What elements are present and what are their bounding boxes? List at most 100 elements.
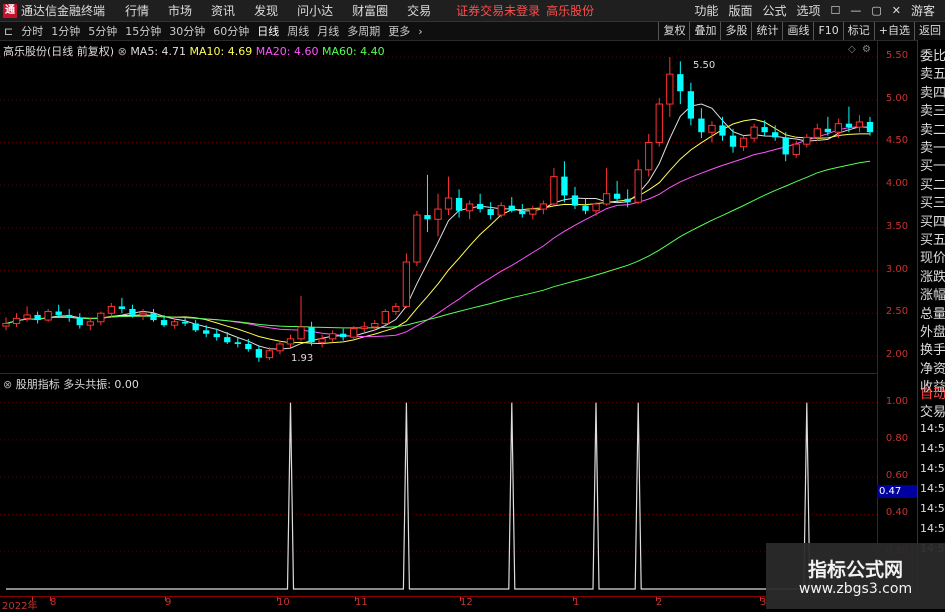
candle-body [150,313,157,321]
candle-body [66,314,73,318]
menu-options[interactable]: 选项 [796,2,820,19]
minimize-icon[interactable]: — [850,4,861,17]
candle-body [592,203,600,212]
candle-body [772,132,779,138]
trade-label[interactable]: 交易 [920,401,945,420]
period-tab-weekly[interactable]: 周线 [283,23,313,39]
tick-time: 14:56 [920,482,945,495]
candle-body [719,125,726,136]
legend-icon[interactable]: ⊗ [118,45,127,58]
period-tab-multi[interactable]: 多周期 [343,23,384,39]
candle-body [855,121,864,128]
menu-formula[interactable]: 公式 [762,2,786,19]
menu-news[interactable]: 资讯 [211,2,235,19]
stats-button[interactable]: 统计 [751,22,782,40]
candle-body [107,305,116,314]
quote-field-label: 净资 [920,361,945,377]
quote-field-label: 委比 [920,49,945,64]
message-icon[interactable]: ☐ [830,4,840,17]
period-tab-intraday[interactable]: 分时 [17,23,47,39]
quote-panel[interactable]: 委比 卖五 卖四 卖三 卖二 卖一 买一 买二 买三 买四 买五 现价 涨跌 涨幅 总量 外盘 换手 净资 收益 自动… [917,40,945,596]
menu-layout[interactable]: 版面 [728,2,752,19]
time-tick-label: 12 [460,597,473,608]
candle-body [508,205,515,211]
candle-body [561,176,568,196]
candle-body [666,73,674,105]
candle-body [328,333,337,340]
user-label[interactable]: 游客 [911,2,935,19]
period-tab-1min[interactable]: 1分钟 [47,23,84,39]
candle-body [729,135,737,147]
indicator-tick-label: 1.00 [885,395,909,407]
candle-body [645,141,653,171]
draw-line-button[interactable]: 画线 [782,22,813,40]
candle-body [192,323,199,331]
quote-field-label: 买三 [920,196,945,212]
candle-body [340,333,347,338]
candle-body [381,311,389,324]
candle-body [265,350,274,359]
quote-field-label: 涨幅 [920,288,945,304]
quote-field-label: 卖一 [920,141,945,156]
title-right-group: 功能 版面 公式 选项 ☐ — ▢ ✕ 游客 [694,0,945,21]
candle-body [276,343,284,352]
period-tab-more[interactable]: 更多 [384,23,414,39]
kline-chart[interactable]: ◇ ⚙ 5.50 1.93 [0,40,877,373]
candle-body [465,203,474,212]
mark-button[interactable]: 标记 [842,22,874,40]
watermark-title: 指标公式网 [807,559,903,581]
tick-time: 14:56 [920,502,945,515]
multi-stock-button[interactable]: 多股 [720,22,751,40]
add-watchlist-button[interactable]: +自选 [873,22,914,40]
candle-body [12,317,21,324]
app-logo-icon: 通 [3,3,17,18]
diamond-icon[interactable]: ◇ [848,44,856,55]
menu-quotes[interactable]: 行情 [125,2,149,19]
candle-body [455,197,463,211]
back-button[interactable]: 返回 [914,22,945,40]
candle-body [834,123,843,133]
auto-trade-label[interactable]: 自动 [920,383,945,402]
stock-name-header: 高乐股份 [546,4,595,18]
menu-market[interactable]: 市场 [168,2,192,19]
maximize-icon[interactable]: ▢ [871,4,881,17]
candle-body [118,306,126,309]
time-tick-mark [355,597,356,601]
trade-login-warning[interactable]: 证券交易未登录 [456,2,540,19]
candle-body [687,91,695,119]
menu-discover[interactable]: 发现 [254,2,278,19]
toolbar-right-buttons: 复权 叠加 多股 统计 画线 F10 标记 +自选 返回 [658,22,945,40]
menu-wealth[interactable]: 财富圈 [352,2,388,19]
indicator-chart[interactable] [0,374,877,596]
period-tab-5min[interactable]: 5分钟 [84,23,121,39]
price-tick-label: 3.50 [885,220,909,232]
close-icon[interactable]: ✕ [892,4,901,17]
candle-body [402,261,411,307]
quote-field-label: 买四 [920,214,945,230]
indicator-legend: ⊗ 股朋指标 多头共振: 0.00 [3,376,139,392]
candle-body [476,203,484,210]
settings-icon[interactable]: ⚙ [862,44,871,55]
f10-button[interactable]: F10 [813,22,842,40]
quote-field-label: 买一 [920,159,945,175]
menu-function[interactable]: 功能 [694,2,718,19]
candle-body [866,121,874,133]
menu-trade[interactable]: 交易 [407,2,431,19]
period-tab-30min[interactable]: 30分钟 [165,23,209,39]
overlay-button[interactable]: 叠加 [689,22,720,40]
legend-icon[interactable]: ⊗ [3,378,12,391]
period-tab-15min[interactable]: 15分钟 [121,23,165,39]
menu-ask[interactable]: 问小达 [297,2,333,19]
tick-time: 14:56 [920,422,945,435]
chevron-right-icon[interactable]: › [414,25,426,38]
adjust-button[interactable]: 复权 [658,22,689,40]
candle-body [245,343,252,350]
candle-body [613,193,621,199]
candle-body [297,326,305,340]
period-tab-monthly[interactable]: 月线 [313,23,343,39]
period-tab-60min[interactable]: 60分钟 [209,23,253,39]
collapse-icon[interactable]: ⊏ [0,25,17,38]
candle-body [55,311,62,315]
candle-body [739,137,748,148]
period-tab-daily[interactable]: 日线 [253,23,283,39]
